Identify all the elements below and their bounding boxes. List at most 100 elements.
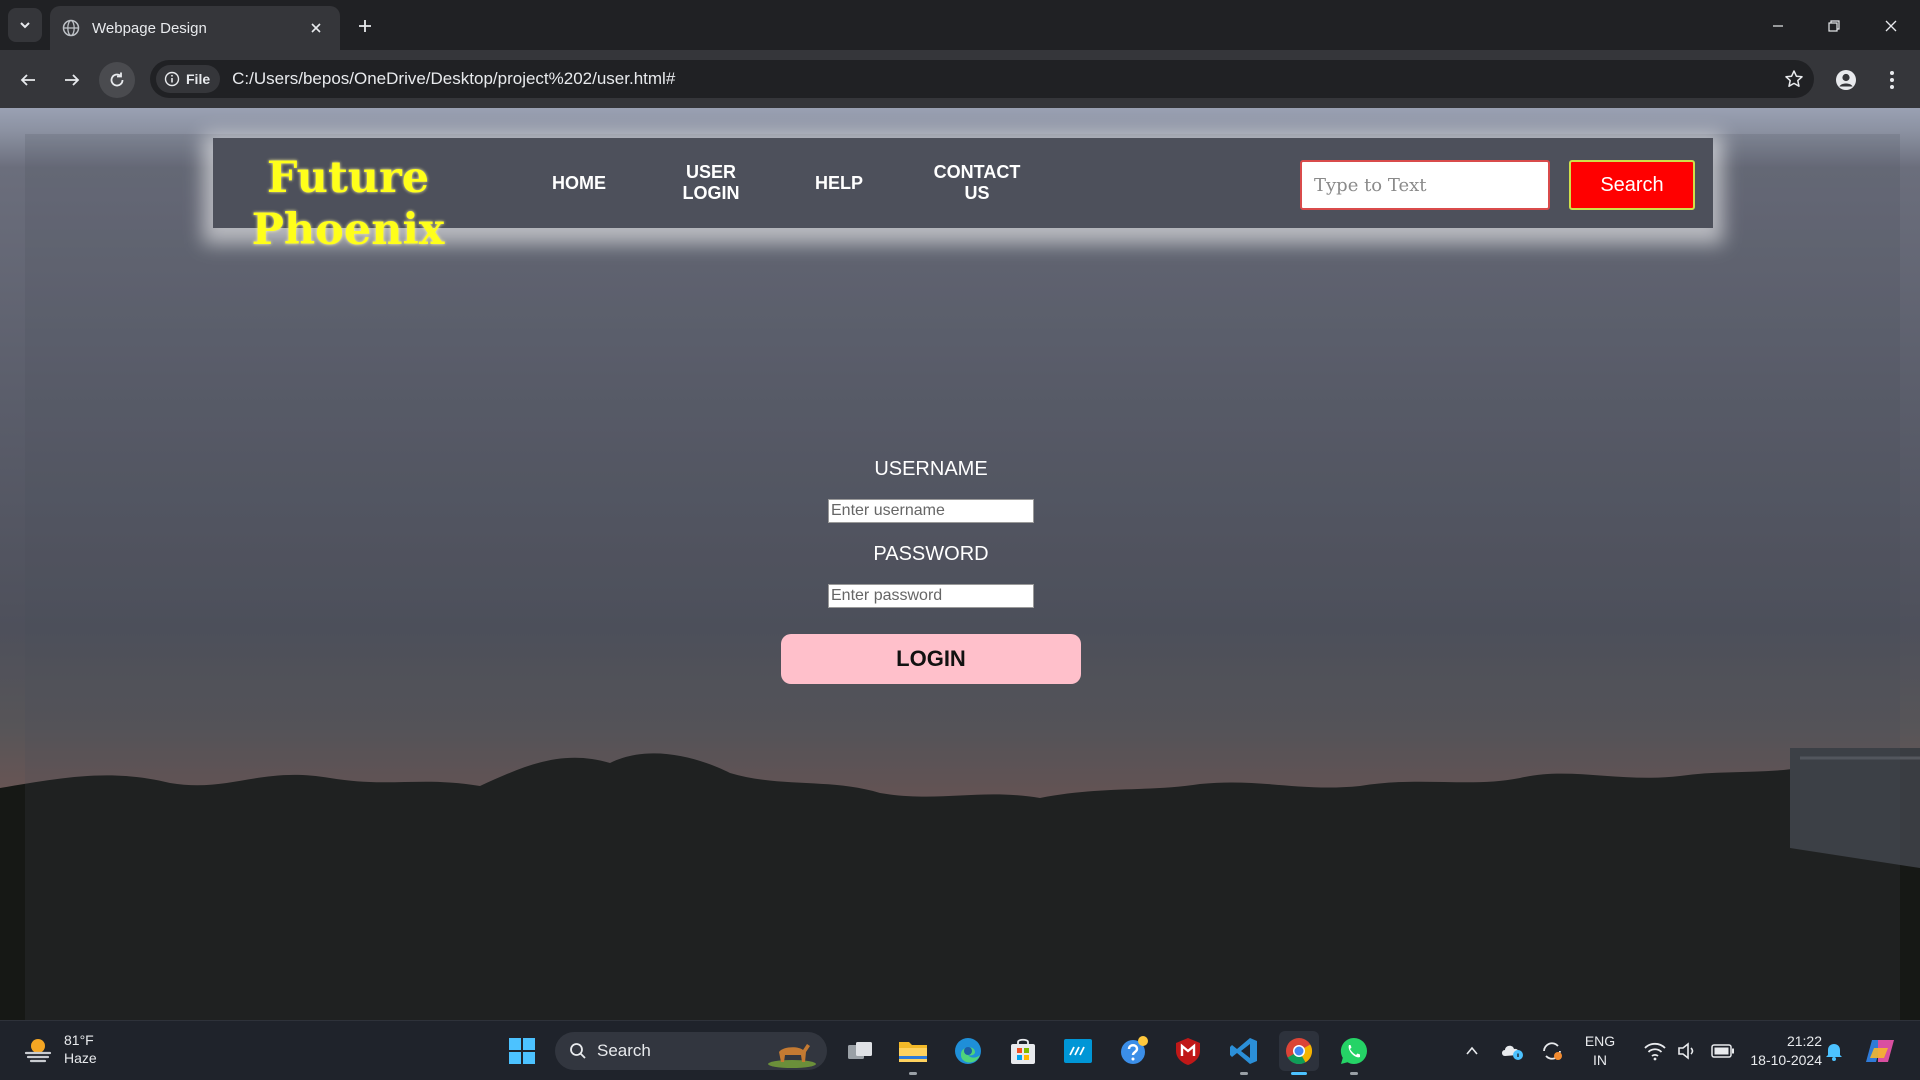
site-chip-label: File	[186, 71, 211, 87]
browser-tabstrip: Webpage Design	[0, 0, 1920, 50]
close-tab-icon[interactable]	[306, 18, 326, 38]
reload-icon	[110, 72, 124, 87]
nav-home[interactable]: HOME	[529, 138, 629, 228]
clock-time: 21:22	[1786, 1033, 1822, 1049]
weather-haze-icon	[24, 1039, 52, 1063]
url-text[interactable]: C:/Users/bepos/OneDrive/Desktop/project%…	[232, 69, 1774, 89]
login-form: USERNAME PASSWORD LOGIN	[700, 458, 1162, 684]
running-indicator	[909, 1072, 917, 1075]
folder-icon	[899, 1042, 927, 1062]
tab-title: Webpage Design	[92, 19, 207, 37]
weather-widget[interactable]: 81°F Haze	[22, 1031, 97, 1067]
taskbar-search-label: Search	[597, 1041, 651, 1060]
clock-date: 18-10-2024	[1750, 1052, 1822, 1068]
logo-line-2: Phoenix	[251, 205, 445, 255]
task-view-icon	[848, 1042, 872, 1059]
close-icon	[1885, 20, 1897, 32]
edge-icon	[955, 1038, 981, 1064]
nav-user-login[interactable]: USER LOGIN	[656, 138, 766, 228]
nav-home-label: HOME	[552, 172, 606, 193]
logo-line-1: Future	[266, 153, 430, 203]
myhp-icon	[1064, 1039, 1092, 1063]
whatsapp-icon	[1340, 1037, 1367, 1064]
browser-tab[interactable]: Webpage Design	[50, 6, 340, 50]
nav-contact-us[interactable]: CONTACT US	[917, 138, 1037, 228]
nav-contact-line2: US	[964, 183, 990, 203]
vscode-icon	[1230, 1038, 1257, 1064]
profile-button[interactable]	[1828, 62, 1864, 98]
task-view-button[interactable]	[840, 1031, 880, 1071]
chevron-down-icon	[20, 22, 30, 29]
back-button[interactable]	[10, 62, 46, 98]
language-indicator[interactable]: ENG IN	[1572, 1032, 1628, 1070]
search-icon	[570, 1043, 586, 1059]
close-window-button[interactable]	[1877, 12, 1905, 40]
sync-tray-button[interactable]	[1534, 1031, 1570, 1071]
edge-button[interactable]	[948, 1031, 988, 1071]
tab-search-button[interactable]	[8, 8, 42, 42]
windows-taskbar: 81°F Haze Search ENG IN 21:22 18-10-2024	[0, 1020, 1920, 1080]
copilot-button[interactable]	[1860, 1031, 1900, 1071]
start-button[interactable]	[502, 1031, 542, 1071]
address-bar[interactable]: File C:/Users/bepos/OneDrive/Desktop/pro…	[150, 60, 1814, 98]
notifications-button[interactable]	[1816, 1031, 1852, 1071]
clock[interactable]: 21:22 18-10-2024	[1732, 1032, 1822, 1070]
new-tab-button[interactable]	[351, 12, 379, 40]
site-search-input[interactable]	[1300, 160, 1550, 210]
nav-help[interactable]: HELP	[794, 138, 884, 228]
chrome-icon	[1286, 1038, 1313, 1065]
more-vertical-icon	[1890, 71, 1894, 89]
restore-button[interactable]	[1820, 12, 1848, 40]
browser-menu-button[interactable]	[1874, 62, 1910, 98]
windows-logo-icon	[509, 1038, 535, 1064]
site-search-button[interactable]: Search	[1569, 160, 1695, 210]
site-info-chip[interactable]: File	[156, 65, 221, 93]
login-button[interactable]: LOGIN	[781, 634, 1081, 684]
file-explorer-button[interactable]	[893, 1031, 933, 1075]
microsoft-store-button[interactable]	[1003, 1031, 1043, 1071]
browser-toolbar: File C:/Users/bepos/OneDrive/Desktop/pro…	[0, 50, 1920, 108]
running-indicator	[1240, 1072, 1248, 1075]
wifi-icon	[1644, 1042, 1666, 1061]
password-input[interactable]	[828, 584, 1034, 608]
profile-icon	[1836, 70, 1856, 90]
copilot-icon	[1866, 1040, 1894, 1062]
myhp-button[interactable]	[1058, 1031, 1098, 1071]
language-line-1: ENG	[1584, 1033, 1616, 1049]
chrome-button[interactable]	[1279, 1031, 1319, 1075]
username-input[interactable]	[828, 499, 1034, 523]
mcafee-button[interactable]	[1168, 1031, 1208, 1071]
get-help-button[interactable]	[1114, 1031, 1154, 1071]
bell-icon	[1826, 1044, 1842, 1061]
nav-user-login-line1: USER	[685, 162, 736, 182]
store-icon	[1011, 1038, 1035, 1064]
username-label: USERNAME	[874, 458, 988, 480]
nav-help-label: HELP	[814, 172, 863, 193]
cloud-info-icon	[1502, 1045, 1523, 1060]
weather-description: Haze	[64, 1050, 97, 1066]
volume-icon	[1678, 1042, 1694, 1060]
info-icon	[164, 71, 180, 87]
quick-settings-button[interactable]	[1634, 1031, 1744, 1071]
weather-temperature: 81°F	[64, 1032, 94, 1048]
mcafee-shield-icon	[1176, 1038, 1200, 1065]
arrow-right-icon	[65, 74, 80, 86]
sync-icon	[1543, 1042, 1562, 1060]
show-hidden-icons-button[interactable]	[1454, 1031, 1490, 1071]
arrow-left-icon	[20, 74, 35, 86]
reload-button[interactable]	[99, 62, 135, 98]
chevron-up-icon	[1466, 1046, 1478, 1055]
vscode-button[interactable]	[1224, 1031, 1264, 1075]
plus-icon	[359, 20, 371, 32]
onedrive-tray-button[interactable]	[1494, 1031, 1530, 1071]
password-label: PASSWORD	[873, 543, 989, 565]
taskbar-search-box[interactable]: Search	[555, 1032, 827, 1070]
search-highlight-deer-icon	[768, 1044, 816, 1068]
whatsapp-button[interactable]	[1334, 1031, 1374, 1075]
bookmark-star-icon[interactable]	[1774, 60, 1814, 98]
minimize-button[interactable]	[1764, 12, 1792, 40]
running-indicator	[1350, 1072, 1358, 1075]
site-logo[interactable]: Future Phoenix	[238, 152, 458, 256]
forward-button[interactable]	[54, 62, 90, 98]
page-viewport: Future Phoenix HOME USER LOGIN HELP CONT…	[0, 108, 1920, 1020]
